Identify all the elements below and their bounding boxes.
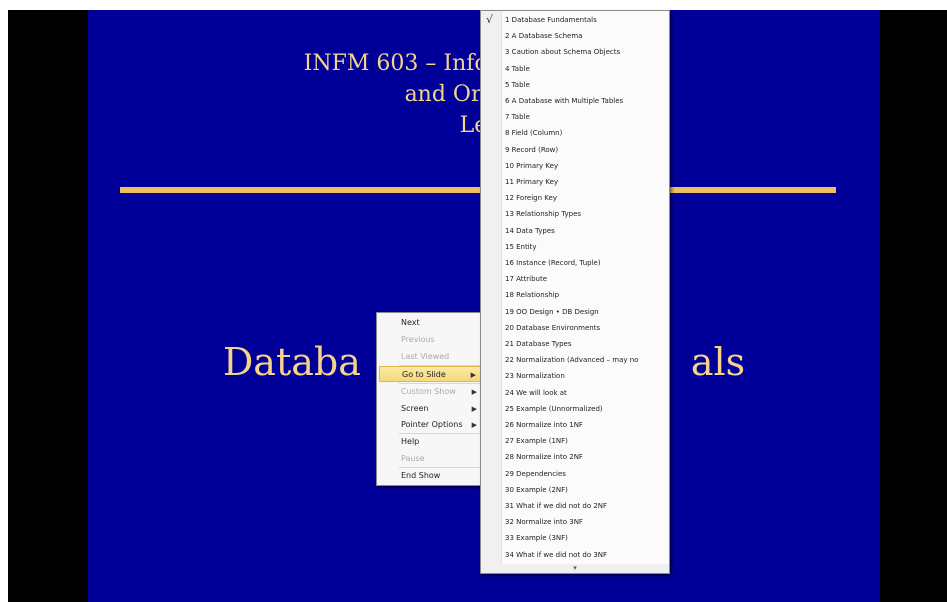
submenu-arrow-icon: ▶	[471, 388, 477, 396]
go-to-slide-item[interactable]: 31 What if we did not do 2NF	[505, 498, 607, 514]
go-to-slide-item[interactable]: 20 Database Environments	[505, 320, 600, 336]
go-to-slide-item[interactable]: 4 Table	[505, 61, 530, 77]
context-menu-item-label: Pointer Options	[401, 420, 463, 429]
go-to-slide-item[interactable]: 10 Primary Key	[505, 158, 558, 174]
menu-separator	[399, 467, 481, 468]
go-to-slide-item[interactable]: 24 We will look at	[505, 385, 567, 401]
menu-separator	[399, 365, 481, 366]
go-to-slide-item[interactable]: 27 Example (1NF)	[505, 433, 568, 449]
go-to-slide-item[interactable]: 32 Normalize into 3NF	[505, 514, 583, 530]
go-to-slide-item[interactable]: 5 Table	[505, 77, 530, 93]
menu-separator	[399, 383, 481, 384]
go-to-slide-item[interactable]: 14 Data Types	[505, 223, 555, 239]
context-menu-item-label: Pause	[401, 454, 425, 463]
go-to-slide-item[interactable]: 9 Record (Row)	[505, 142, 558, 158]
context-menu-item-custom-show[interactable]: Custom Show ▶	[379, 384, 483, 400]
go-to-slide-item[interactable]: 7 Table	[505, 109, 530, 125]
go-to-slide-item[interactable]: 11 Primary Key	[505, 174, 558, 190]
go-to-slide-item[interactable]: 3 Caution about Schema Objects	[505, 44, 620, 60]
context-menu-item-end-show[interactable]: End Show	[379, 468, 483, 484]
context-menu-item-label: Custom Show	[401, 387, 456, 396]
go-to-slide-item[interactable]: 16 Instance (Record, Tuple)	[505, 255, 601, 271]
context-menu-item-go-to-slide[interactable]: Go to Slide ▶	[379, 366, 483, 382]
context-menu-item-label: End Show	[401, 471, 441, 480]
go-to-slide-item[interactable]: 22 Normalization (Advanced – may no	[505, 352, 638, 368]
go-to-slide-item[interactable]: 18 Relationship	[505, 287, 559, 303]
go-to-slide-item[interactable]: 19 OO Design • DB Design	[505, 304, 599, 320]
go-to-slide-item[interactable]: 29 Dependencies	[505, 466, 566, 482]
checkmark-icon: √	[486, 13, 494, 26]
go-to-slide-item[interactable]: 17 Attribute	[505, 271, 547, 287]
go-to-slide-item[interactable]: 2 A Database Schema	[505, 28, 582, 44]
context-menu-item-label: Last Viewed	[401, 352, 450, 361]
context-menu-item-label: Screen	[401, 404, 429, 413]
slide-main-heading-left: Databa	[222, 340, 361, 384]
context-menu-item-previous[interactable]: Previous	[379, 332, 483, 348]
left-letterbox	[8, 10, 88, 602]
menu-separator	[399, 433, 481, 434]
go-to-slide-item[interactable]: 1 Database Fundamentals	[505, 12, 597, 28]
context-menu-item-pause[interactable]: Pause	[379, 451, 483, 467]
go-to-slide-item[interactable]: 8 Field (Column)	[505, 125, 562, 141]
context-menu-item-label: Help	[401, 437, 420, 446]
context-menu-item-screen[interactable]: Screen ▶	[379, 401, 483, 417]
go-to-slide-item[interactable]: 6 A Database with Multiple Tables	[505, 93, 623, 109]
go-to-slide-item[interactable]: 21 Database Types	[505, 336, 571, 352]
context-menu-item-label: Go to Slide	[402, 370, 446, 379]
submenu-arrow-icon: ▶	[470, 371, 476, 379]
go-to-slide-item[interactable]: 12 Foreign Key	[505, 190, 557, 206]
scroll-down-arrow-icon[interactable]: ▾	[481, 564, 669, 573]
context-menu-item-label: Next	[401, 318, 420, 327]
right-letterbox	[880, 10, 947, 602]
context-menu-item-label: Previous	[401, 335, 435, 344]
slide-main-heading-right: als	[690, 340, 746, 384]
submenu-arrow-icon: ▶	[471, 421, 477, 429]
context-menu-item-help[interactable]: Help	[379, 434, 483, 450]
submenu-arrow-icon: ▶	[471, 405, 477, 413]
go-to-slide-item[interactable]: 15 Entity	[505, 239, 537, 255]
go-to-slide-submenu: √ 1 Database Fundamentals 2 A Database Sc…	[480, 10, 670, 574]
go-to-slide-item[interactable]: 23 Normalization	[505, 368, 565, 384]
slideshow-context-menu: Next Previous Last Viewed Go to Slide ▶ Custo…	[376, 312, 486, 486]
go-to-slide-item[interactable]: 13 Relationship Types	[505, 206, 581, 222]
context-menu-item-pointer-options[interactable]: Pointer Options ▶	[379, 417, 483, 433]
context-menu-item-last-viewed[interactable]: Last Viewed	[379, 349, 483, 365]
context-menu-item-next[interactable]: Next	[379, 315, 483, 331]
go-to-slide-item[interactable]: 30 Example (2NF)	[505, 482, 568, 498]
go-to-slide-item[interactable]: 34 What if we did not do 3NF	[505, 547, 607, 563]
go-to-slide-item[interactable]: 26 Normalize into 1NF	[505, 417, 583, 433]
go-to-slide-item[interactable]: 33 Example (3NF)	[505, 530, 568, 546]
slide-divider	[120, 187, 836, 193]
go-to-slide-item[interactable]: 25 Example (Unnormalized)	[505, 401, 603, 417]
go-to-slide-item[interactable]: 28 Normalize into 2NF	[505, 449, 583, 465]
submenu-icon-strip	[481, 11, 502, 573]
